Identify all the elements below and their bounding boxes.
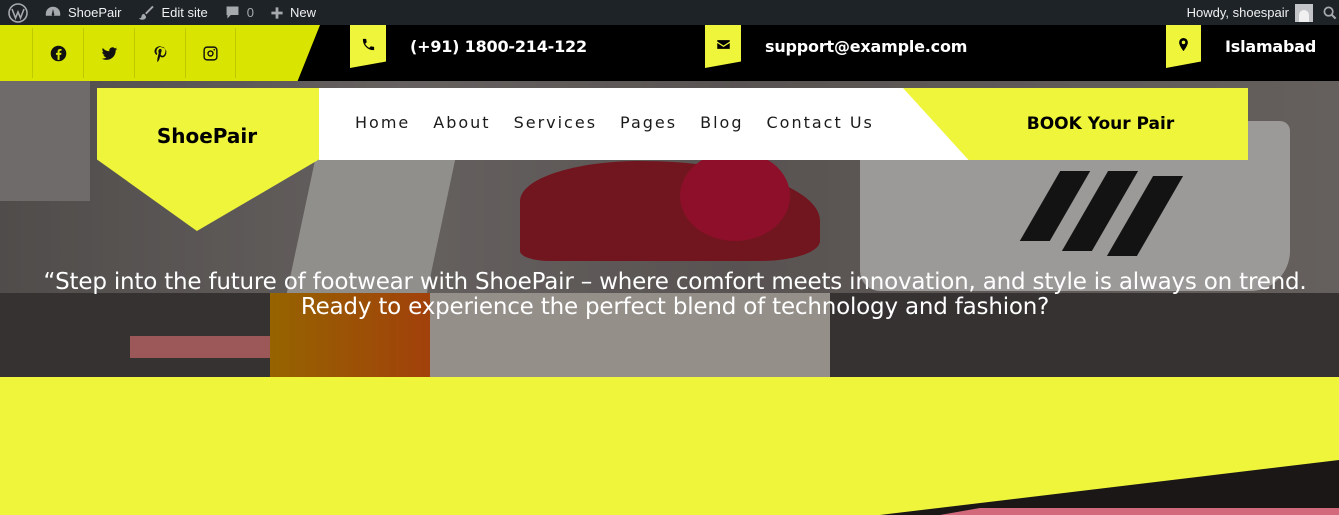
bottom-image-edge <box>880 460 1339 515</box>
hero-tagline: “Step into the future of footwear with S… <box>43 269 1307 320</box>
edit-site-label: Edit site <box>161 5 208 20</box>
location-badge <box>1166 25 1201 68</box>
dashboard-icon <box>45 6 61 16</box>
account-menu[interactable]: Howdy, shoespair <box>1179 0 1317 25</box>
plus-icon <box>271 6 283 19</box>
nav-blog[interactable]: Blog <box>700 113 743 132</box>
nav-about[interactable]: About <box>433 113 490 132</box>
nav-home[interactable]: Home <box>355 113 410 132</box>
edit-site-link[interactable]: Edit site <box>129 0 215 25</box>
phone-icon <box>362 38 374 51</box>
bottom-image-accent <box>940 508 1339 515</box>
nav-pages[interactable]: Pages <box>620 113 677 132</box>
map-marker-icon <box>1179 37 1188 52</box>
admin-bar: ShoePair Edit site 0 New Howdy, shoespai… <box>0 0 1339 25</box>
social-links-block <box>0 25 320 81</box>
search-icon <box>1323 6 1337 19</box>
howdy-label: Howdy, shoespair <box>1186 5 1289 20</box>
main-menu: Home About Services Pages Blog Contact U… <box>355 113 897 132</box>
comment-icon <box>226 6 239 19</box>
admin-search[interactable] <box>1317 0 1339 25</box>
pinterest-link[interactable] <box>134 28 185 78</box>
site-name-label: ShoePair <box>68 5 122 20</box>
phone-badge <box>350 25 386 68</box>
location-text: Islamabad <box>1225 37 1317 56</box>
instagram-link[interactable] <box>185 28 236 78</box>
site-logo[interactable]: ShoePair <box>97 124 317 148</box>
facebook-icon <box>50 45 66 61</box>
avatar <box>1295 3 1313 22</box>
brush-icon <box>139 5 155 20</box>
book-button-label: BOOK Your Pair <box>1026 114 1175 134</box>
comments-link[interactable]: 0 <box>216 0 262 25</box>
twitter-icon <box>101 46 117 60</box>
facebook-link[interactable] <box>32 28 83 78</box>
comments-count: 0 <box>246 5 254 20</box>
email-badge <box>705 25 741 68</box>
instagram-icon <box>203 45 218 61</box>
wordpress-menu[interactable] <box>0 0 36 25</box>
email-address[interactable]: support@example.com <box>765 37 967 56</box>
site-name-link[interactable]: ShoePair <box>36 0 129 25</box>
nav-services[interactable]: Services <box>514 113 597 132</box>
phone-number[interactable]: (+91) 1800-214-122 <box>410 37 587 56</box>
wordpress-icon <box>8 2 28 23</box>
top-info-bar: (+91) 1800-214-122 support@example.com I… <box>0 25 1339 81</box>
envelope-icon <box>716 40 730 49</box>
pinterest-icon <box>153 45 166 62</box>
twitter-link[interactable] <box>83 28 134 78</box>
new-content-link[interactable]: New <box>262 0 324 25</box>
nav-contact-us[interactable]: Contact Us <box>766 113 873 132</box>
new-label: New <box>289 5 316 20</box>
